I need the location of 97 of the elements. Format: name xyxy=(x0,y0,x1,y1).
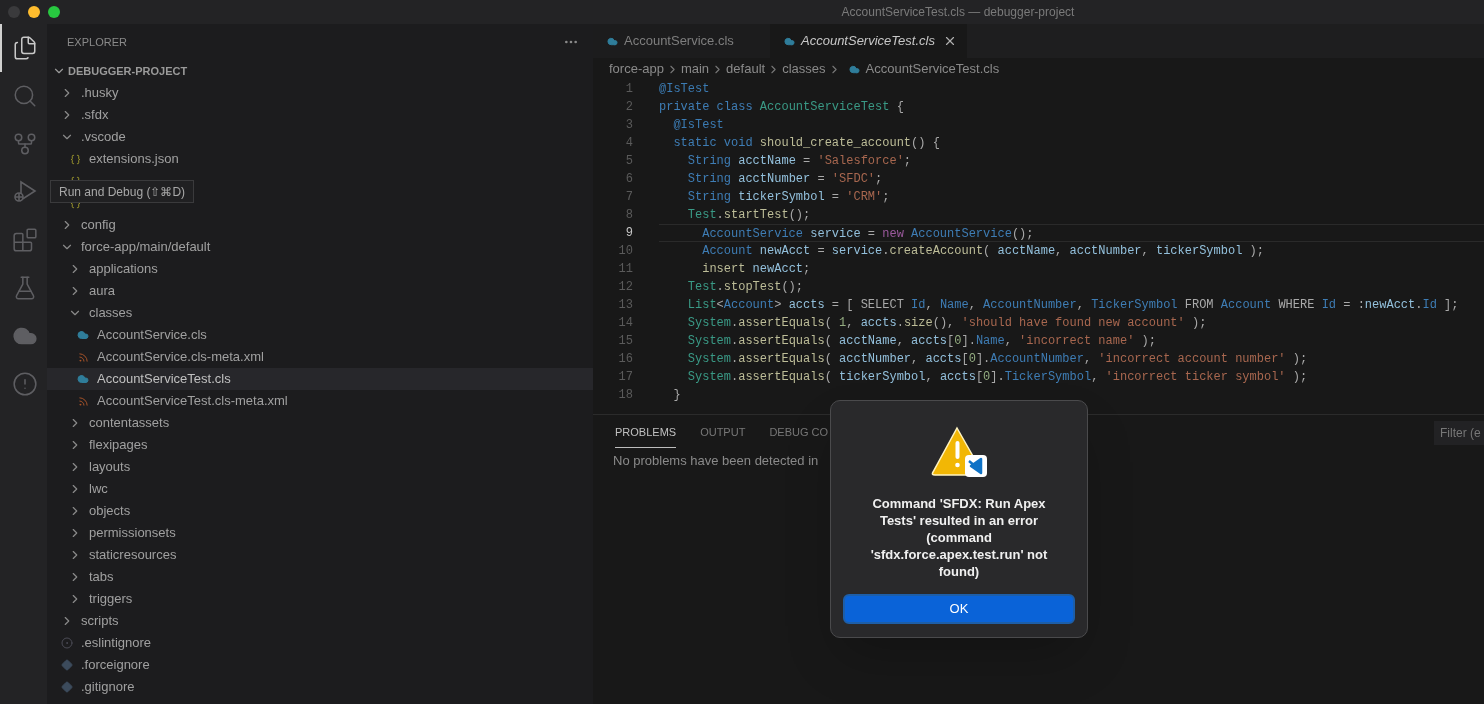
breadcrumb-item[interactable]: main xyxy=(680,59,710,79)
rss-icon xyxy=(77,395,89,407)
alert-icon xyxy=(11,371,38,397)
line-number: 4 xyxy=(624,135,633,152)
zoom-light[interactable] xyxy=(48,6,60,18)
line-number: 13 xyxy=(617,297,633,314)
minimize-light[interactable] xyxy=(28,6,40,18)
line-number: 16 xyxy=(617,351,633,368)
circle-icon xyxy=(61,637,73,649)
code-line: @IsTest xyxy=(672,117,725,134)
breadcrumb-item[interactable]: AccountServiceTest.cls xyxy=(865,59,1000,79)
file-item[interactable]: AccountServiceTest.cls xyxy=(47,368,593,390)
folder-item[interactable]: scripts xyxy=(47,610,593,632)
line-number: 5 xyxy=(624,153,633,170)
line-number: 15 xyxy=(617,333,633,350)
window-title: AccountServiceTest.cls — debugger-project xyxy=(841,4,1075,21)
breadcrumb-item[interactable]: default xyxy=(726,59,766,79)
breadcrumb-item[interactable]: classes xyxy=(782,59,826,79)
code-line: } xyxy=(672,387,682,404)
folder-item[interactable]: aura xyxy=(47,280,593,302)
file-item[interactable]: .gitignore xyxy=(47,676,593,698)
cloud-icon xyxy=(607,35,618,47)
diamond-icon xyxy=(61,659,73,671)
folder-item[interactable]: staticresources xyxy=(47,544,593,566)
code-line: Test.startTest(); xyxy=(686,207,812,224)
folder-item[interactable]: .husky xyxy=(47,82,593,104)
branch-icon xyxy=(11,131,38,157)
folder-item[interactable]: lwc xyxy=(47,478,593,500)
breadcrumb-item[interactable]: force-app xyxy=(609,59,664,79)
folder-item[interactable]: config xyxy=(47,214,593,236)
cloud-icon xyxy=(77,373,89,385)
filter-field[interactable]: Filter (e xyxy=(1434,421,1484,445)
code-line: System.assertEquals( acctNumber, accts[0].AccountNumber, 'incorrect account number' ); xyxy=(686,351,1309,368)
folder-item[interactable]: applications xyxy=(47,258,593,280)
files-icon xyxy=(11,35,38,61)
code-line: System.assertEquals( 1, accts.size(), 'should have found new account' ); xyxy=(686,315,1208,332)
line-number: 18 xyxy=(617,387,633,404)
cloud-icon xyxy=(784,35,795,47)
cloud-icon xyxy=(848,63,860,75)
file-item[interactable]: AccountService.cls xyxy=(47,324,593,346)
line-number: 7 xyxy=(624,189,633,206)
code-line: AccountService service = new AccountService(); xyxy=(659,224,1484,242)
folder-item[interactable]: .sfdx xyxy=(47,104,593,126)
folder-item[interactable]: classes xyxy=(47,302,593,324)
file-item[interactable]: extensions.json xyxy=(47,148,593,170)
line-number: 11 xyxy=(617,261,633,278)
braces-icon xyxy=(69,153,81,165)
problems-message: No problems have been detected in xyxy=(612,452,820,470)
line-number: 6 xyxy=(624,171,633,188)
folder-item[interactable]: objects xyxy=(47,500,593,522)
file-item[interactable]: .forceignore xyxy=(47,654,593,676)
panel-tab[interactable]: DEBUG CO xyxy=(769,418,829,448)
panel-tab[interactable]: PROBLEMS xyxy=(615,418,677,448)
line-number: 14 xyxy=(617,315,633,332)
line-number: 12 xyxy=(617,279,633,296)
line-number: 17 xyxy=(617,369,633,386)
code-line: Account newAcct = service.createAccount( acctName, acctNumber, tickerSymbol ); xyxy=(701,243,1265,260)
cloud-icon xyxy=(77,329,89,341)
play-bug-icon xyxy=(11,179,38,205)
line-number: 2 xyxy=(624,99,633,116)
folder-item[interactable]: .vscode xyxy=(47,126,593,148)
line-number: 10 xyxy=(617,243,633,260)
code-line: @IsTest xyxy=(659,81,711,98)
folder-item[interactable]: permissionsets xyxy=(47,522,593,544)
code-line: List<Account> accts = [ SELECT Id, Name, AccountNumber, TickerSymbol FROM Account WHERE Id = :newAcct.Id ]; xyxy=(686,297,1460,314)
tooltip: Run and Debug (⇧⌘D) xyxy=(50,180,195,203)
folder-item[interactable]: tabs xyxy=(47,566,593,588)
code-line: Test.stopTest(); xyxy=(686,279,805,296)
code-line: String tickerSymbol = 'CRM'; xyxy=(686,189,891,206)
rss-icon xyxy=(77,351,89,363)
file-item[interactable]: AccountServiceTest.cls-meta.xml xyxy=(47,390,593,412)
panel-tab[interactable]: OUTPUT xyxy=(700,418,746,448)
code-line: private class AccountServiceTest { xyxy=(659,99,905,116)
folder-item[interactable]: layouts xyxy=(47,456,593,478)
folder-item[interactable]: flexipages xyxy=(47,434,593,456)
ok-button[interactable]: OK xyxy=(843,594,1075,624)
code-line: insert newAcct; xyxy=(701,261,812,278)
diamond-icon xyxy=(61,681,73,693)
folder-item[interactable]: contentassets xyxy=(47,412,593,434)
line-number: 1 xyxy=(624,81,633,98)
project-header[interactable]: DEBUGGER-PROJECT xyxy=(47,60,593,82)
code-line: String acctNumber = 'SFDC'; xyxy=(686,171,884,188)
sidebar-title: EXPLORER xyxy=(67,34,127,50)
editor-tab[interactable]: AccountServiceTest.cls xyxy=(770,24,967,58)
line-number: 8 xyxy=(624,207,633,224)
dialog-message: Command 'SFDX: Run Apex Tests' resulted in an error (command 'sfdx.force.apex.test.run' not found) xyxy=(869,495,1049,580)
blocks-icon xyxy=(11,227,38,253)
code-line: static void should_create_account() { xyxy=(672,135,941,152)
code-line: String acctName = 'Salesforce'; xyxy=(686,153,913,170)
code-line: System.assertEquals( tickerSymbol, accts[0].TickerSymbol, 'incorrect ticker symbol' ); xyxy=(686,369,1309,386)
folder-item[interactable]: force-app/main/default xyxy=(47,236,593,258)
file-item[interactable]: AccountService.cls-meta.xml xyxy=(47,346,593,368)
file-item[interactable]: .eslintignore xyxy=(47,632,593,654)
line-number: 9 xyxy=(624,225,633,242)
line-number: 3 xyxy=(624,117,633,134)
folder-item[interactable]: triggers xyxy=(47,588,593,610)
code-line: System.assertEquals( acctName, accts[0].Name, 'incorrect name' ); xyxy=(686,333,1157,350)
